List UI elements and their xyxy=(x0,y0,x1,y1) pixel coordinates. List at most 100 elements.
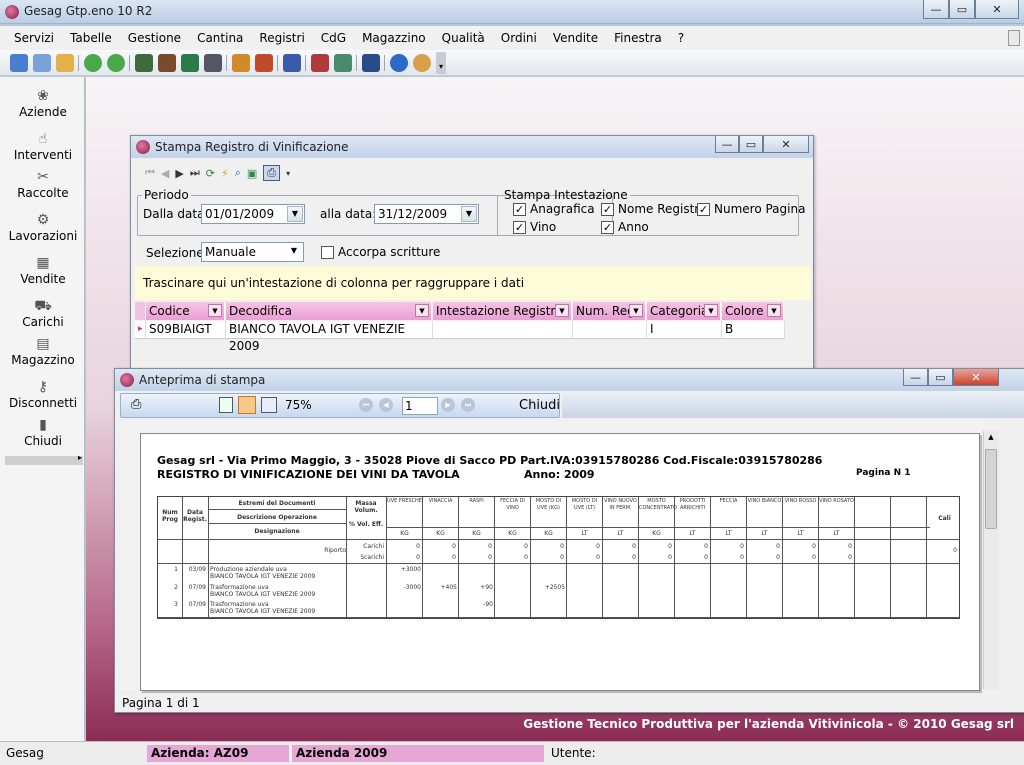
mdi-restore-icon[interactable] xyxy=(1008,30,1020,46)
previous-record-icon[interactable]: ◀ xyxy=(161,167,169,180)
scale-icon[interactable] xyxy=(204,54,222,72)
sidebar-item-raccolte[interactable]: ✂ Raccolte xyxy=(4,165,82,203)
maximize-button[interactable]: ▭ xyxy=(739,136,763,153)
next-record-icon[interactable]: ▶ xyxy=(175,167,183,180)
minimize-button[interactable]: — xyxy=(715,136,739,153)
menu-registri[interactable]: Registri xyxy=(251,26,312,50)
menu-help[interactable]: ? xyxy=(670,26,692,50)
back-icon[interactable] xyxy=(84,54,102,72)
sidebar-item-disconnetti[interactable]: ⚷ Disconnetti xyxy=(4,375,82,413)
sidebar-scroll-bar[interactable]: ▸ xyxy=(5,453,83,465)
home-icon[interactable] xyxy=(10,54,28,72)
sidebar-item-carichi[interactable]: ⛟ Carichi xyxy=(4,294,82,332)
page-number-input[interactable]: 1 xyxy=(402,397,438,415)
chevron-down-icon[interactable]: ▼ xyxy=(287,206,303,222)
column-codice[interactable]: Codice ▼ xyxy=(146,302,225,320)
filter-dropdown-icon[interactable]: ▼ xyxy=(555,304,569,317)
menu-cantina[interactable]: Cantina xyxy=(189,26,251,50)
anno-checkbox[interactable]: ✓ Anno xyxy=(601,220,649,234)
group-by-area[interactable]: Trascinare qui un'intestazione di colonn… xyxy=(135,266,811,300)
filter-dropdown-icon[interactable]: ▼ xyxy=(415,304,429,317)
first-record-icon[interactable]: ⏮ xyxy=(145,166,155,180)
selezione-select[interactable]: Manuale ▼ xyxy=(201,242,304,262)
forward-icon[interactable] xyxy=(107,54,125,72)
scroll-thumb[interactable] xyxy=(985,449,997,529)
sidebar-item-magazzino[interactable]: ▤ Magazzino xyxy=(4,332,82,370)
print-icon[interactable]: ⎙ xyxy=(131,397,141,412)
column-colore[interactable]: Colore ▼ xyxy=(722,302,784,320)
user-icon[interactable] xyxy=(413,54,431,72)
menu-finestra[interactable]: Finestra xyxy=(606,26,670,50)
cell-codice[interactable]: S09BIAIGT xyxy=(146,321,226,338)
accorpa-checkbox[interactable]: Accorpa scritture xyxy=(321,245,440,259)
minimize-button[interactable]: — xyxy=(903,369,928,386)
calendar-icon[interactable] xyxy=(362,54,380,72)
anagrafica-checkbox[interactable]: ✓ Anagrafica xyxy=(513,202,595,216)
filter-icon[interactable]: ⚡ xyxy=(221,167,229,180)
search-icon[interactable]: ⌕ xyxy=(235,166,241,180)
excel-icon[interactable]: ▣ xyxy=(247,167,257,180)
toolbar-overflow-icon[interactable]: ▾ xyxy=(286,169,290,178)
filter-dropdown-icon[interactable]: ▼ xyxy=(629,304,643,317)
column-decodifica[interactable]: Decodifica ▼ xyxy=(226,302,432,320)
first-page-icon[interactable]: ⏮ xyxy=(359,398,373,412)
toolbar-overflow-icon[interactable]: ▾ xyxy=(436,52,446,74)
database-icon[interactable] xyxy=(283,54,301,72)
single-page-icon[interactable] xyxy=(219,397,233,413)
column-categoria[interactable]: Categoria ▼ xyxy=(647,302,721,320)
menu-servizi[interactable]: Servizi xyxy=(6,26,62,50)
close-button[interactable]: ✕ xyxy=(975,0,1019,19)
maximize-button[interactable]: ▭ xyxy=(949,0,975,19)
numero-pagina-checkbox[interactable]: ✓ Numero Pagina xyxy=(697,202,805,216)
vino-checkbox[interactable]: ✓ Vino xyxy=(513,220,556,234)
column-intestazione[interactable]: Intestazione Registro ▼ xyxy=(433,302,572,320)
sidebar-item-chiudi[interactable]: ▮ Chiudi xyxy=(4,413,82,451)
filter-dropdown-icon[interactable]: ▼ xyxy=(704,304,718,317)
windows-icon[interactable] xyxy=(33,54,51,72)
menu-vendite[interactable]: Vendite xyxy=(545,26,606,50)
preview-canvas[interactable]: Gesag srl - Via Primo Maggio, 3 - 35028 … xyxy=(120,421,982,691)
transfer-icon[interactable] xyxy=(334,54,352,72)
menu-gestione[interactable]: Gestione xyxy=(120,26,189,50)
alla-data-field[interactable]: 31/12/2009 ▼ xyxy=(374,204,479,224)
chiudi-button[interactable]: Chiudi xyxy=(519,398,560,413)
last-record-icon[interactable]: ⏭ xyxy=(190,166,200,180)
column-num-reg[interactable]: Num. Reg. ▼ xyxy=(573,302,646,320)
previous-page-icon[interactable]: ◀ xyxy=(379,398,393,412)
cell-decodifica[interactable]: BIANCO TAVOLA IGT VENEZIE 2009 xyxy=(226,321,433,353)
table-row[interactable]: ▸ S09BIAIGT BIANCO TAVOLA IGT VENEZIE 20… xyxy=(135,321,785,353)
info-icon[interactable] xyxy=(390,54,408,72)
report-icon[interactable] xyxy=(255,54,273,72)
folder-icon[interactable] xyxy=(56,54,74,72)
menu-ordini[interactable]: Ordini xyxy=(493,26,545,50)
menu-tabelle[interactable]: Tabelle xyxy=(62,26,120,50)
sidebar-item-interventi[interactable]: ☝ Interventi xyxy=(4,127,82,165)
barrel-icon[interactable] xyxy=(158,54,176,72)
multi-page-icon[interactable] xyxy=(261,397,277,413)
close-button[interactable]: ✕ xyxy=(953,369,999,386)
cell-categoria[interactable]: I xyxy=(647,321,722,338)
menu-qualita[interactable]: Qualità xyxy=(434,26,493,50)
refresh-icon[interactable]: ⟳ xyxy=(206,167,215,180)
nome-registro-checkbox[interactable]: ✓ Nome Registro xyxy=(601,202,706,216)
next-page-icon[interactable]: ▶ xyxy=(441,398,455,412)
chevron-down-icon[interactable]: ▼ xyxy=(286,244,302,260)
dalla-data-field[interactable]: 01/01/2009 ▼ xyxy=(201,204,305,224)
bottles-icon[interactable] xyxy=(311,54,329,72)
last-page-icon[interactable]: ⏭ xyxy=(461,398,475,412)
close-button[interactable]: ✕ xyxy=(763,136,809,153)
preview-vertical-scrollbar[interactable]: ▲ xyxy=(983,431,999,689)
cell-colore[interactable]: B xyxy=(722,321,785,338)
grapes-icon[interactable] xyxy=(181,54,199,72)
chart-icon[interactable] xyxy=(135,54,153,72)
menu-cdg[interactable]: CdG xyxy=(313,26,354,50)
maximize-button[interactable]: ▭ xyxy=(928,369,953,386)
document-icon[interactable] xyxy=(232,54,250,72)
sidebar-item-lavorazioni[interactable]: ⚙ Lavorazioni xyxy=(4,208,82,246)
print-icon[interactable]: ⎙ xyxy=(263,165,281,181)
menu-magazzino[interactable]: Magazzino xyxy=(354,26,434,50)
filter-dropdown-icon[interactable]: ▼ xyxy=(208,304,222,317)
cell-num-reg[interactable] xyxy=(573,321,647,338)
scroll-up-icon[interactable]: ▲ xyxy=(985,433,997,445)
filter-dropdown-icon[interactable]: ▼ xyxy=(767,304,781,317)
